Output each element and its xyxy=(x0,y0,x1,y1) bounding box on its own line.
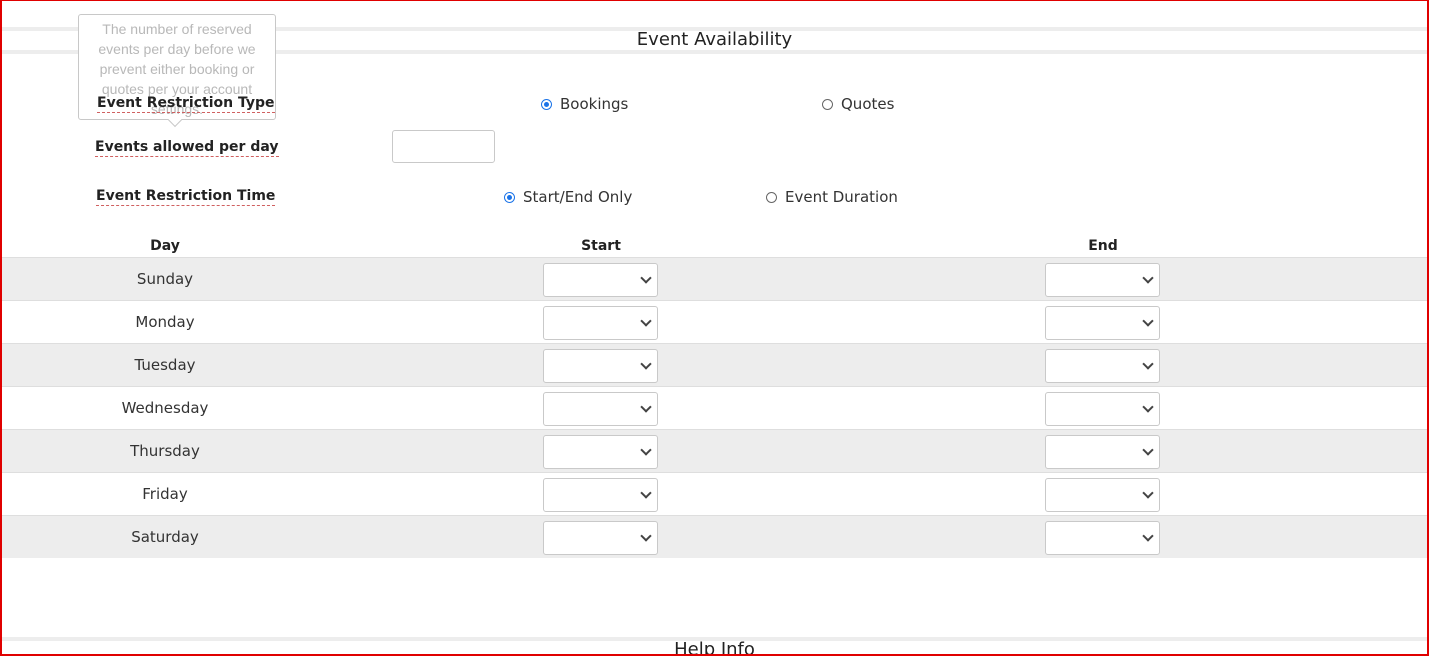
start-time-select[interactable] xyxy=(543,263,658,297)
start-time-select[interactable] xyxy=(543,306,658,340)
radio-quotes-label: Quotes xyxy=(841,95,895,113)
restriction-time-label: Event Restriction Time xyxy=(96,188,276,206)
table-row: Saturday xyxy=(2,515,1427,558)
end-time-select[interactable] xyxy=(1045,435,1160,469)
chevron-down-icon xyxy=(1142,315,1154,327)
start-time-select[interactable] xyxy=(543,392,658,426)
table-row: Friday xyxy=(2,472,1427,515)
chevron-down-icon xyxy=(1142,401,1154,413)
chevron-down-icon xyxy=(1142,272,1154,284)
start-time-select[interactable] xyxy=(543,435,658,469)
end-time-select[interactable] xyxy=(1045,392,1160,426)
chevron-down-icon xyxy=(1142,358,1154,370)
chevron-down-icon xyxy=(640,401,652,413)
day-cell: Saturday xyxy=(131,528,199,546)
table-row: Sunday xyxy=(2,257,1427,300)
radio-event-duration[interactable]: Event Duration xyxy=(766,188,898,206)
events-per-day-input[interactable] xyxy=(392,130,495,163)
end-time-select[interactable] xyxy=(1045,263,1160,297)
chevron-down-icon xyxy=(640,444,652,456)
chevron-down-icon xyxy=(640,315,652,327)
radio-quotes[interactable]: Quotes xyxy=(822,95,894,113)
events-per-day-label: Events allowed per day xyxy=(95,139,279,157)
chevron-down-icon xyxy=(640,358,652,370)
radio-bookings-label: Bookings xyxy=(560,95,629,113)
help-info-title: Help Info xyxy=(674,639,755,656)
radio-start-end-indicator[interactable] xyxy=(504,191,515,203)
radio-start-end-only[interactable]: Start/End Only xyxy=(504,188,632,206)
column-header-day: Day xyxy=(150,238,180,254)
radio-bookings-indicator[interactable] xyxy=(541,98,552,110)
column-header-end: End xyxy=(1088,238,1118,254)
column-header-start: Start xyxy=(581,238,621,254)
start-time-select[interactable] xyxy=(543,521,658,555)
day-cell: Tuesday xyxy=(134,356,196,374)
day-cell: Monday xyxy=(135,313,195,331)
radio-quotes-indicator[interactable] xyxy=(822,98,833,110)
day-cell: Sunday xyxy=(136,270,194,288)
radio-start-end-label: Start/End Only xyxy=(523,188,633,206)
radio-event-duration-indicator[interactable] xyxy=(766,191,777,203)
end-time-select[interactable] xyxy=(1045,349,1160,383)
chevron-down-icon xyxy=(640,487,652,499)
page-frame: Event Availability The number of reserve… xyxy=(0,0,1429,656)
table-row: Thursday xyxy=(2,429,1427,472)
radio-event-duration-label: Event Duration xyxy=(785,188,898,206)
day-cell: Wednesday xyxy=(121,399,209,417)
chevron-down-icon xyxy=(640,530,652,542)
radio-bookings[interactable]: Bookings xyxy=(541,95,628,113)
chevron-down-icon xyxy=(1142,444,1154,456)
table-row: Monday xyxy=(2,300,1427,343)
end-time-select[interactable] xyxy=(1045,478,1160,512)
chevron-down-icon xyxy=(640,272,652,284)
end-time-select[interactable] xyxy=(1045,306,1160,340)
day-cell: Friday xyxy=(142,485,188,503)
start-time-select[interactable] xyxy=(543,478,658,512)
chevron-down-icon xyxy=(1142,487,1154,499)
end-time-select[interactable] xyxy=(1045,521,1160,555)
restriction-type-label: Event Restriction Type xyxy=(97,95,275,113)
table-row: Wednesday xyxy=(2,386,1427,429)
table-row: Tuesday xyxy=(2,343,1427,386)
chevron-down-icon xyxy=(1142,530,1154,542)
day-cell: Thursday xyxy=(130,442,200,460)
start-time-select[interactable] xyxy=(543,349,658,383)
